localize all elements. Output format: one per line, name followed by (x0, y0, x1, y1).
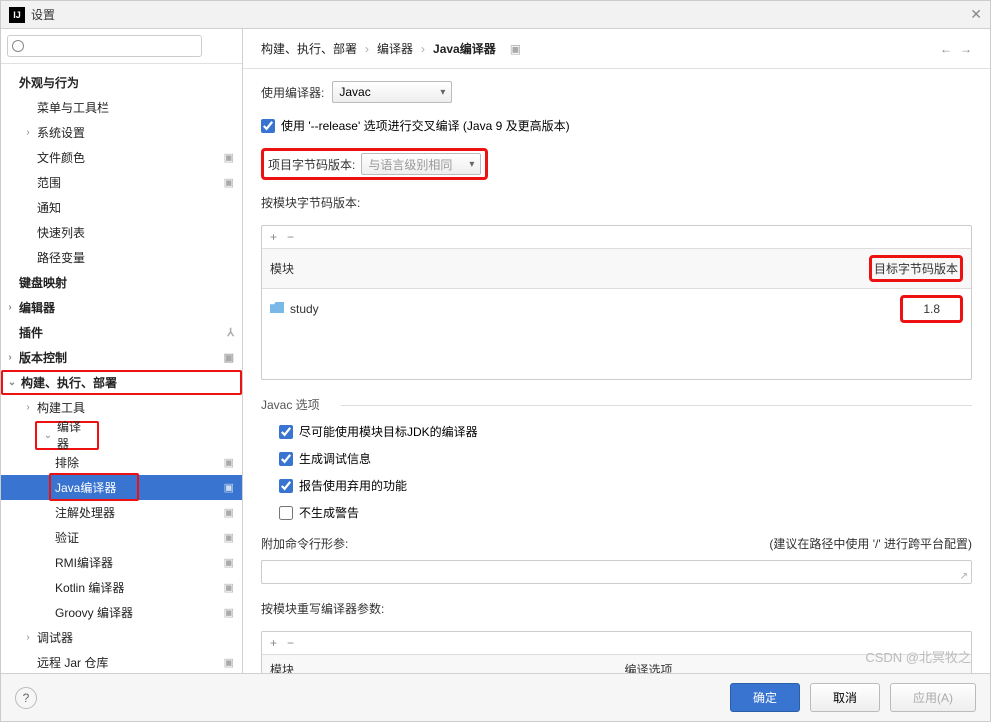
tree-groovy-compiler[interactable]: Groovy 编译器▣ (1, 600, 242, 625)
per-module-label: 按模块字节码版本: (261, 194, 360, 211)
module-bytecode-table: + − 模块 目标字节码版本 study 1.8 (261, 225, 972, 380)
project-badge-icon: ▣ (224, 606, 234, 619)
lang-badge-icon: ⅄ (227, 326, 234, 339)
module-icon (270, 302, 284, 313)
app-logo-icon: IJ (9, 7, 25, 23)
tree-kotlin-compiler[interactable]: Kotlin 编译器▣ (1, 575, 242, 600)
bytecode-version-label: 项目字节码版本: (268, 156, 355, 173)
search-input[interactable] (7, 35, 202, 57)
remove-icon[interactable]: − (287, 230, 294, 244)
use-compiler-label: 使用编译器: (261, 84, 324, 101)
additional-params-input[interactable] (261, 560, 972, 584)
project-badge-icon: ▣ (224, 481, 234, 494)
opt-deprecated-checkbox[interactable]: 报告使用弃用的功能 (279, 477, 972, 494)
release-checkbox[interactable]: 使用 '--release' 选项进行交叉编译 (Java 9 及更高版本) (261, 117, 570, 134)
bytecode-version-select[interactable]: 与语言级别相同 (361, 153, 481, 175)
tree-remote-jar[interactable]: 远程 Jar 仓库▣ (1, 650, 242, 674)
chevron-right-icon: › (19, 632, 37, 643)
tree-editor[interactable]: ›编辑器 (1, 295, 242, 320)
tree-version-control[interactable]: ›版本控制▣ (1, 345, 242, 370)
tree-exclude[interactable]: 排除▣ (1, 450, 242, 475)
cancel-button[interactable]: 取消 (810, 683, 880, 712)
project-badge-icon: ▣ (224, 456, 234, 469)
tree-build-exec-deploy[interactable]: ⌄构建、执行、部署 (1, 370, 242, 395)
tree-notifications[interactable]: 通知 (1, 195, 242, 220)
tree-path-vars[interactable]: 路径变量 (1, 245, 242, 270)
project-badge-icon: ▣ (224, 506, 234, 519)
tree-menu-toolbar[interactable]: 菜单与工具栏 (1, 95, 242, 120)
tree-quick-lists[interactable]: 快速列表 (1, 220, 242, 245)
settings-tree: 外观与行为 菜单与工具栏 ›系统设置 文件颜色▣ 范围▣ 通知 快速列表 路径变… (1, 64, 242, 673)
opt-no-warnings-checkbox[interactable]: 不生成警告 (279, 504, 972, 521)
ok-button[interactable]: 确定 (730, 683, 800, 712)
col-module[interactable]: 模块 (262, 655, 617, 673)
tree-debugger[interactable]: ›调试器 (1, 625, 242, 650)
dialog-footer: ? 确定 取消 应用(A) (1, 673, 990, 721)
chevron-right-icon: › (421, 42, 425, 56)
window-title: 设置 (31, 6, 970, 23)
crumb-1[interactable]: 构建、执行、部署 (261, 40, 357, 57)
project-badge-icon: ▣ (224, 556, 234, 569)
additional-params-label: 附加命令行形参: (261, 535, 348, 552)
use-compiler-select[interactable]: Javac (332, 81, 452, 103)
close-icon[interactable]: ✕ (970, 6, 982, 23)
nav-back-icon[interactable]: ← (940, 42, 952, 56)
project-badge-icon: ▣ (224, 151, 234, 164)
main-panel: 使用编译器: Javac 使用 '--release' 选项进行交叉编译 (Ja… (243, 69, 990, 673)
opt-module-jdk-checkbox[interactable]: 尽可能使用模块目标JDK的编译器 (279, 423, 972, 440)
remove-icon[interactable]: − (287, 636, 294, 650)
tree-rmi-compiler[interactable]: RMI编译器▣ (1, 550, 242, 575)
col-module[interactable]: 模块 (262, 249, 851, 289)
project-badge-icon: ▣ (224, 351, 234, 364)
project-badge-icon: ▣ (224, 176, 234, 189)
chevron-right-icon: › (19, 402, 37, 413)
project-badge-icon: ▣ (224, 656, 234, 669)
add-icon[interactable]: + (270, 230, 277, 244)
tree-appearance[interactable]: 外观与行为 (1, 70, 242, 95)
chevron-right-icon: › (365, 42, 369, 56)
col-target[interactable]: 目标字节码版本 (874, 262, 958, 276)
tree-compiler[interactable]: ⌄编译器 (37, 423, 97, 448)
titlebar: IJ 设置 ✕ (1, 1, 990, 29)
help-icon[interactable]: ? (15, 687, 37, 709)
sidebar: 外观与行为 菜单与工具栏 ›系统设置 文件颜色▣ 范围▣ 通知 快速列表 路径变… (1, 29, 243, 673)
nav-forward-icon[interactable]: → (960, 42, 972, 56)
tree-file-colors[interactable]: 文件颜色▣ (1, 145, 242, 170)
tree-keymap[interactable]: 键盘映射 (1, 270, 242, 295)
project-badge-icon: ▣ (224, 531, 234, 544)
tree-validation[interactable]: 验证▣ (1, 525, 242, 550)
override-params-label: 按模块重写编译器参数: (261, 600, 384, 617)
apply-button[interactable]: 应用(A) (890, 683, 976, 712)
tree-annotation-processor[interactable]: 注解处理器▣ (1, 500, 242, 525)
chevron-down-icon: ⌄ (3, 377, 21, 388)
additional-params-hint: (建议在路径中使用 '/' 进行跨平台配置) (769, 535, 972, 552)
chevron-right-icon: › (1, 302, 19, 313)
tree-build-tools[interactable]: ›构建工具 (1, 395, 242, 420)
javac-section-title: Javac 选项 (261, 396, 972, 413)
tree-java-compiler[interactable]: Java编译器▣ (1, 475, 242, 500)
project-badge-icon: ▣ (224, 581, 234, 594)
tree-scope[interactable]: 范围▣ (1, 170, 242, 195)
chevron-down-icon: ⌄ (39, 430, 57, 441)
opt-debug-info-checkbox[interactable]: 生成调试信息 (279, 450, 972, 467)
tree-plugins[interactable]: 插件⅄ (1, 320, 242, 345)
col-compile-opts[interactable]: 编译选项 (617, 655, 972, 673)
chevron-right-icon: › (1, 352, 19, 363)
search-icon (7, 35, 236, 57)
override-params-table: + − 模块 编译选项 study -parameters (261, 631, 972, 673)
breadcrumb: 构建、执行、部署 › 编译器 › Java编译器 ▣ ← → (243, 29, 990, 69)
table-row[interactable]: study 1.8 (262, 289, 971, 330)
tree-system-settings[interactable]: ›系统设置 (1, 120, 242, 145)
crumb-2[interactable]: 编译器 (377, 40, 413, 57)
project-badge-icon: ▣ (510, 42, 521, 56)
add-icon[interactable]: + (270, 636, 277, 650)
chevron-right-icon: › (19, 127, 37, 138)
crumb-current: Java编译器 (433, 40, 496, 57)
